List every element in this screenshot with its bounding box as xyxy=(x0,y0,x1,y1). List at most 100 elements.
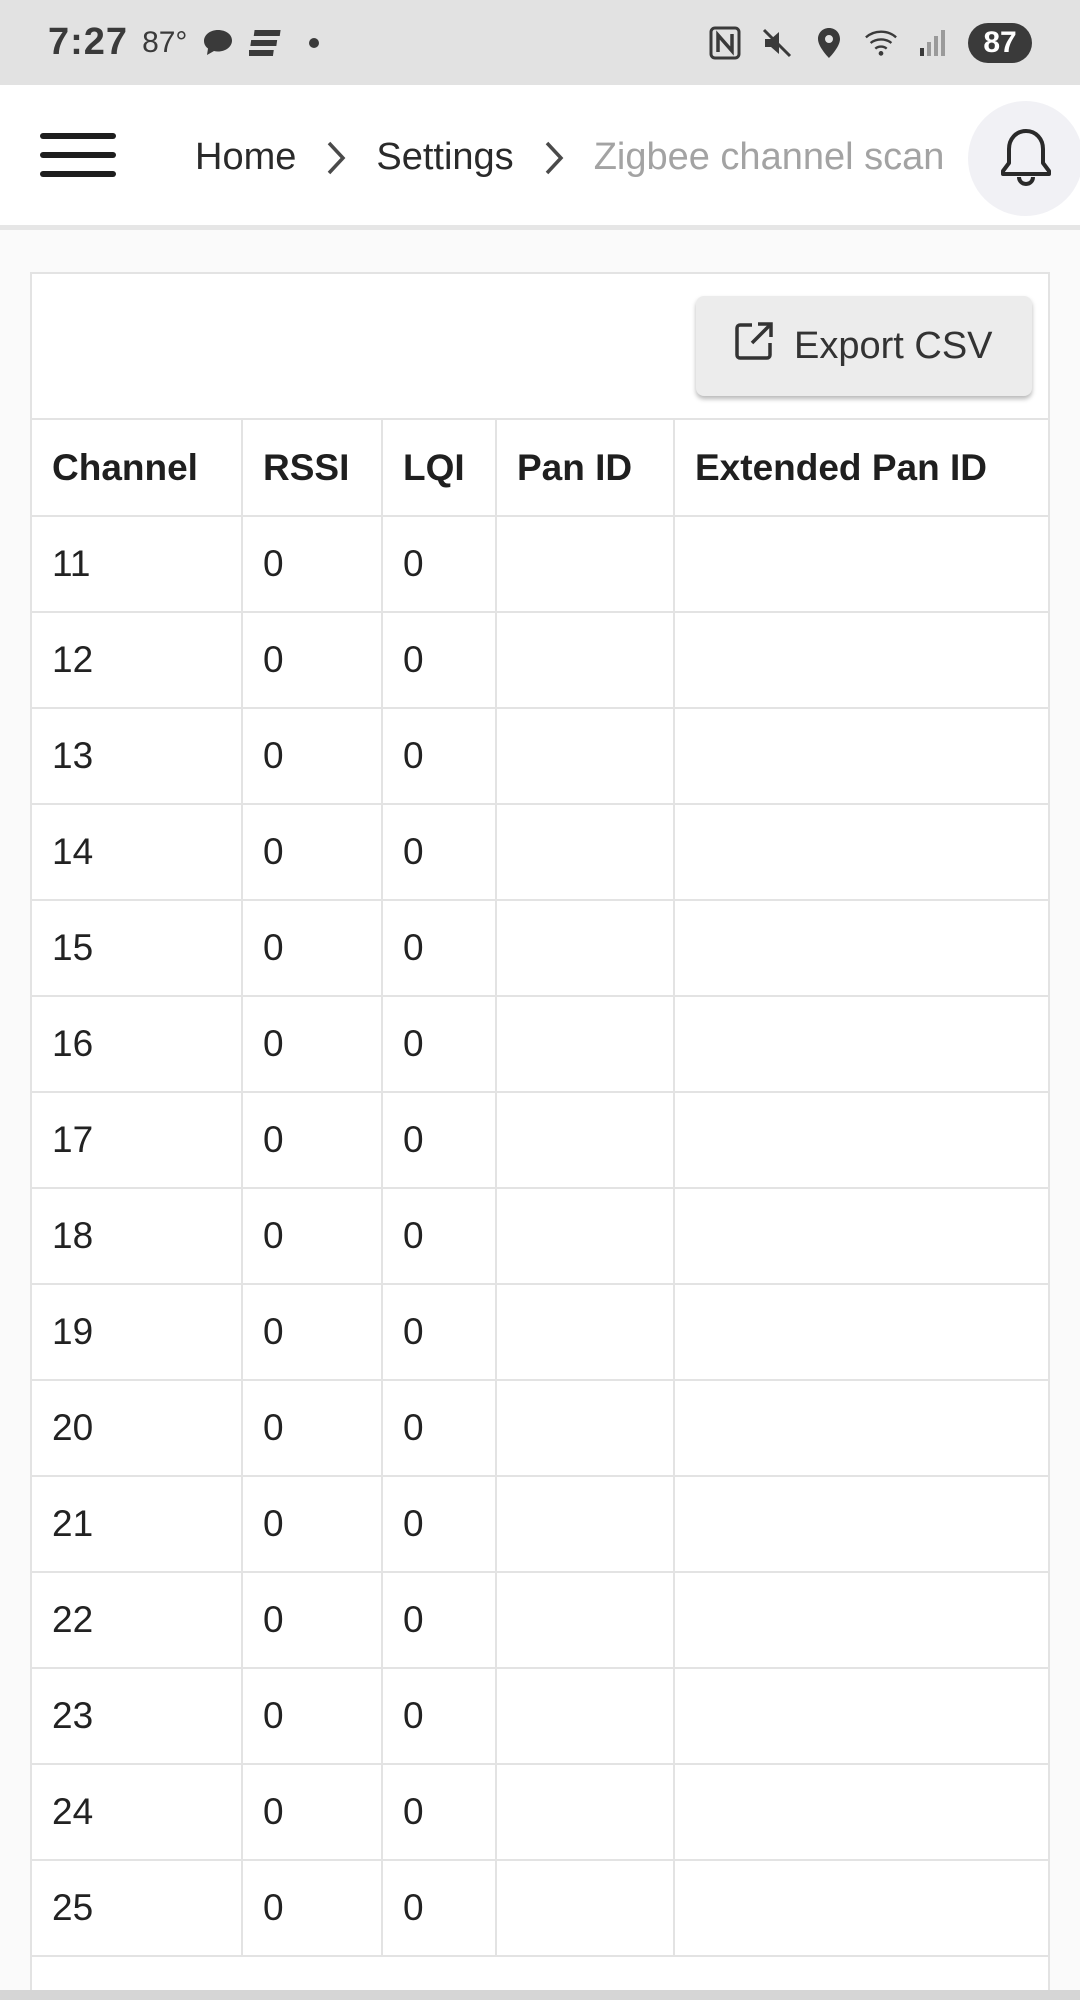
cell-channel: 17 xyxy=(32,1092,243,1189)
export-csv-label: Export CSV xyxy=(794,324,993,367)
table-row[interactable]: 17 0 0 xyxy=(32,1092,1048,1189)
cell-pan-id xyxy=(496,804,675,901)
table-row[interactable]: 22 0 0 xyxy=(32,1572,1048,1669)
cell-pan-id xyxy=(496,1668,675,1765)
cell-channel: 21 xyxy=(32,1476,243,1573)
status-bar: 7:27 87° 87 xyxy=(0,0,1080,85)
status-temperature: 87° xyxy=(142,25,188,59)
table-row[interactable]: 11 0 0 xyxy=(32,516,1048,613)
table-body: 11 0 0 12 0 0 13 0 0 14 0 0 15 0 0 16 0 0 17 0 0 18 0 0 19 0 0 20 0 0… xyxy=(32,516,1048,1957)
cell-pan-id xyxy=(496,1476,675,1573)
table-row[interactable]: 14 0 0 xyxy=(32,804,1048,901)
cell-extended-pan-id xyxy=(674,1476,1048,1573)
mute-icon xyxy=(760,26,794,60)
table-row[interactable]: 25 0 0 xyxy=(32,1860,1048,1957)
cell-rssi: 0 xyxy=(242,1572,383,1669)
cell-extended-pan-id xyxy=(674,1284,1048,1381)
cell-rssi: 0 xyxy=(242,1764,383,1861)
notifications-button[interactable] xyxy=(968,101,1080,216)
cell-rssi: 0 xyxy=(242,900,383,997)
cell-channel: 25 xyxy=(32,1860,243,1957)
column-header-rssi[interactable]: RSSI xyxy=(242,420,383,517)
cell-pan-id xyxy=(496,1380,675,1477)
cell-extended-pan-id xyxy=(674,1572,1048,1669)
table-header-row: Channel RSSI LQI Pan ID Extended Pan ID xyxy=(32,420,1048,517)
cell-pan-id xyxy=(496,708,675,805)
location-icon xyxy=(812,26,846,60)
cell-rssi: 0 xyxy=(242,1668,383,1765)
menu-icon-bar xyxy=(40,152,116,158)
breadcrumb: Home Settings Zigbee channel scan xyxy=(195,85,965,230)
cell-extended-pan-id xyxy=(674,996,1048,1093)
export-csv-button[interactable]: Export CSV xyxy=(696,296,1032,396)
column-header-channel[interactable]: Channel xyxy=(32,420,243,517)
menu-button[interactable] xyxy=(38,125,120,185)
table-row[interactable]: 21 0 0 xyxy=(32,1476,1048,1573)
wifi-icon xyxy=(864,26,898,60)
column-header-extended-pan-id[interactable]: Extended Pan ID xyxy=(674,420,1048,517)
table-row[interactable]: 12 0 0 xyxy=(32,612,1048,709)
cell-extended-pan-id xyxy=(674,804,1048,901)
cell-extended-pan-id xyxy=(674,1860,1048,1957)
cell-extended-pan-id xyxy=(674,708,1048,805)
menu-icon-bar xyxy=(40,171,116,177)
cell-extended-pan-id xyxy=(674,1092,1048,1189)
chevron-right-icon xyxy=(514,140,594,176)
cell-lqi: 0 xyxy=(382,516,497,613)
cell-lqi: 0 xyxy=(382,1572,497,1669)
cell-lqi: 0 xyxy=(382,1188,497,1285)
cell-channel: 14 xyxy=(32,804,243,901)
cell-rssi: 0 xyxy=(242,1476,383,1573)
cell-rssi: 0 xyxy=(242,1380,383,1477)
cell-lqi: 0 xyxy=(382,612,497,709)
cell-pan-id xyxy=(496,1764,675,1861)
cell-pan-id xyxy=(496,612,675,709)
breadcrumb-home[interactable]: Home xyxy=(195,136,296,179)
app-bar: Home Settings Zigbee channel scan xyxy=(0,85,1080,230)
cell-lqi: 0 xyxy=(382,996,497,1093)
breadcrumb-settings[interactable]: Settings xyxy=(376,136,513,179)
column-header-lqi[interactable]: LQI xyxy=(382,420,497,517)
cell-pan-id xyxy=(496,996,675,1093)
cell-channel: 13 xyxy=(32,708,243,805)
table-row[interactable]: 15 0 0 xyxy=(32,900,1048,997)
table-row[interactable]: 24 0 0 xyxy=(32,1764,1048,1861)
cell-rssi: 0 xyxy=(242,804,383,901)
nfc-icon xyxy=(708,26,742,60)
cell-channel: 20 xyxy=(32,1380,243,1477)
channel-scan-card: Export CSV Channel RSSI LQI Pan ID Exten… xyxy=(30,272,1050,2000)
cell-channel: 12 xyxy=(32,612,243,709)
table-row[interactable]: 23 0 0 xyxy=(32,1668,1048,1765)
cell-lqi: 0 xyxy=(382,900,497,997)
cell-extended-pan-id xyxy=(674,1668,1048,1765)
cell-channel: 15 xyxy=(32,900,243,997)
cell-rssi: 0 xyxy=(242,516,383,613)
table-row[interactable]: 18 0 0 xyxy=(32,1188,1048,1285)
table-row[interactable]: 16 0 0 xyxy=(32,996,1048,1093)
breadcrumb-current: Zigbee channel scan xyxy=(593,136,945,178)
bell-icon xyxy=(996,125,1056,192)
cell-lqi: 0 xyxy=(382,708,497,805)
battery-indicator: 87 xyxy=(968,22,1032,63)
table-row[interactable]: 19 0 0 xyxy=(32,1284,1048,1381)
cell-extended-pan-id xyxy=(674,516,1048,613)
table-row[interactable]: 13 0 0 xyxy=(32,708,1048,805)
table-row[interactable]: 20 0 0 xyxy=(32,1380,1048,1477)
status-bar-left: 7:27 87° xyxy=(48,21,331,64)
cell-rssi: 0 xyxy=(242,1284,383,1381)
column-header-pan-id[interactable]: Pan ID xyxy=(496,420,675,517)
cell-pan-id xyxy=(496,1284,675,1381)
app-notification-icon xyxy=(249,26,283,60)
cell-rssi: 0 xyxy=(242,1092,383,1189)
cell-channel: 16 xyxy=(32,996,243,1093)
cell-channel: 24 xyxy=(32,1764,243,1861)
cell-rssi: 0 xyxy=(242,612,383,709)
cell-lqi: 0 xyxy=(382,804,497,901)
system-navigation-bar xyxy=(0,1990,1080,2000)
cell-channel: 18 xyxy=(32,1188,243,1285)
cell-lqi: 0 xyxy=(382,1380,497,1477)
cell-rssi: 0 xyxy=(242,708,383,805)
cell-extended-pan-id xyxy=(674,1380,1048,1477)
cell-pan-id xyxy=(496,900,675,997)
chat-bubble-icon xyxy=(201,26,235,60)
